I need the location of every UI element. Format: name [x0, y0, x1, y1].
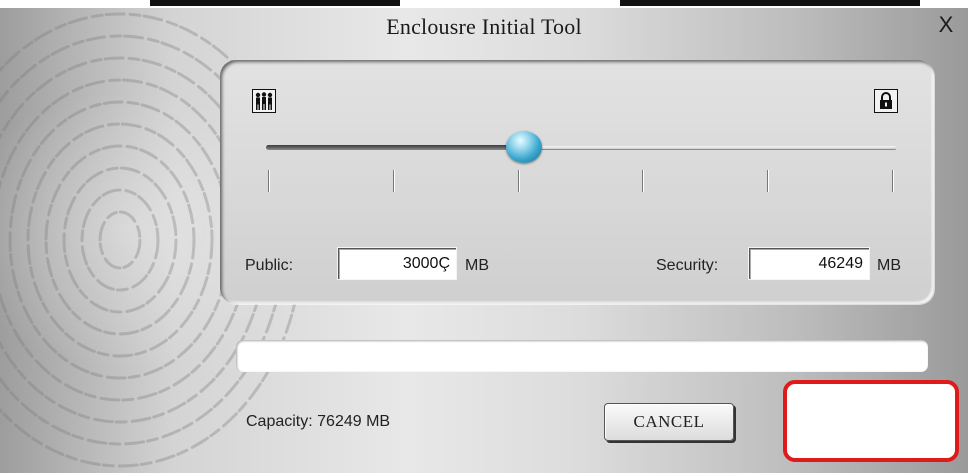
security-size-input[interactable] [748, 247, 870, 280]
public-unit: MB [465, 257, 489, 274]
ok-button[interactable] [783, 380, 959, 462]
slider-tick [767, 170, 769, 192]
security-unit: MB [877, 257, 901, 274]
capacity-text: Capacity: 76249 MB [246, 413, 391, 430]
lock-icon [874, 89, 898, 113]
security-label: Security: [656, 257, 719, 274]
public-label: Public: [245, 257, 294, 274]
slider-tick [517, 170, 519, 192]
cancel-button[interactable]: CANCEL [604, 403, 734, 441]
dialog-window: Enclousre Initial Tool X Public: MB Secu… [0, 0, 968, 473]
slider-tick [268, 170, 269, 192]
slider-tick [392, 170, 394, 192]
close-button[interactable]: X [932, 12, 960, 42]
slider-tick [892, 170, 893, 192]
slider-tick [642, 170, 644, 192]
progress-bar [236, 340, 928, 372]
public-size-input[interactable] [337, 247, 457, 280]
window-title: Enclousre Initial Tool [386, 14, 582, 39]
partition-slider-track[interactable] [266, 145, 896, 150]
slider-filled [266, 145, 525, 150]
people-icon [252, 89, 276, 113]
slider-empty [524, 146, 896, 149]
